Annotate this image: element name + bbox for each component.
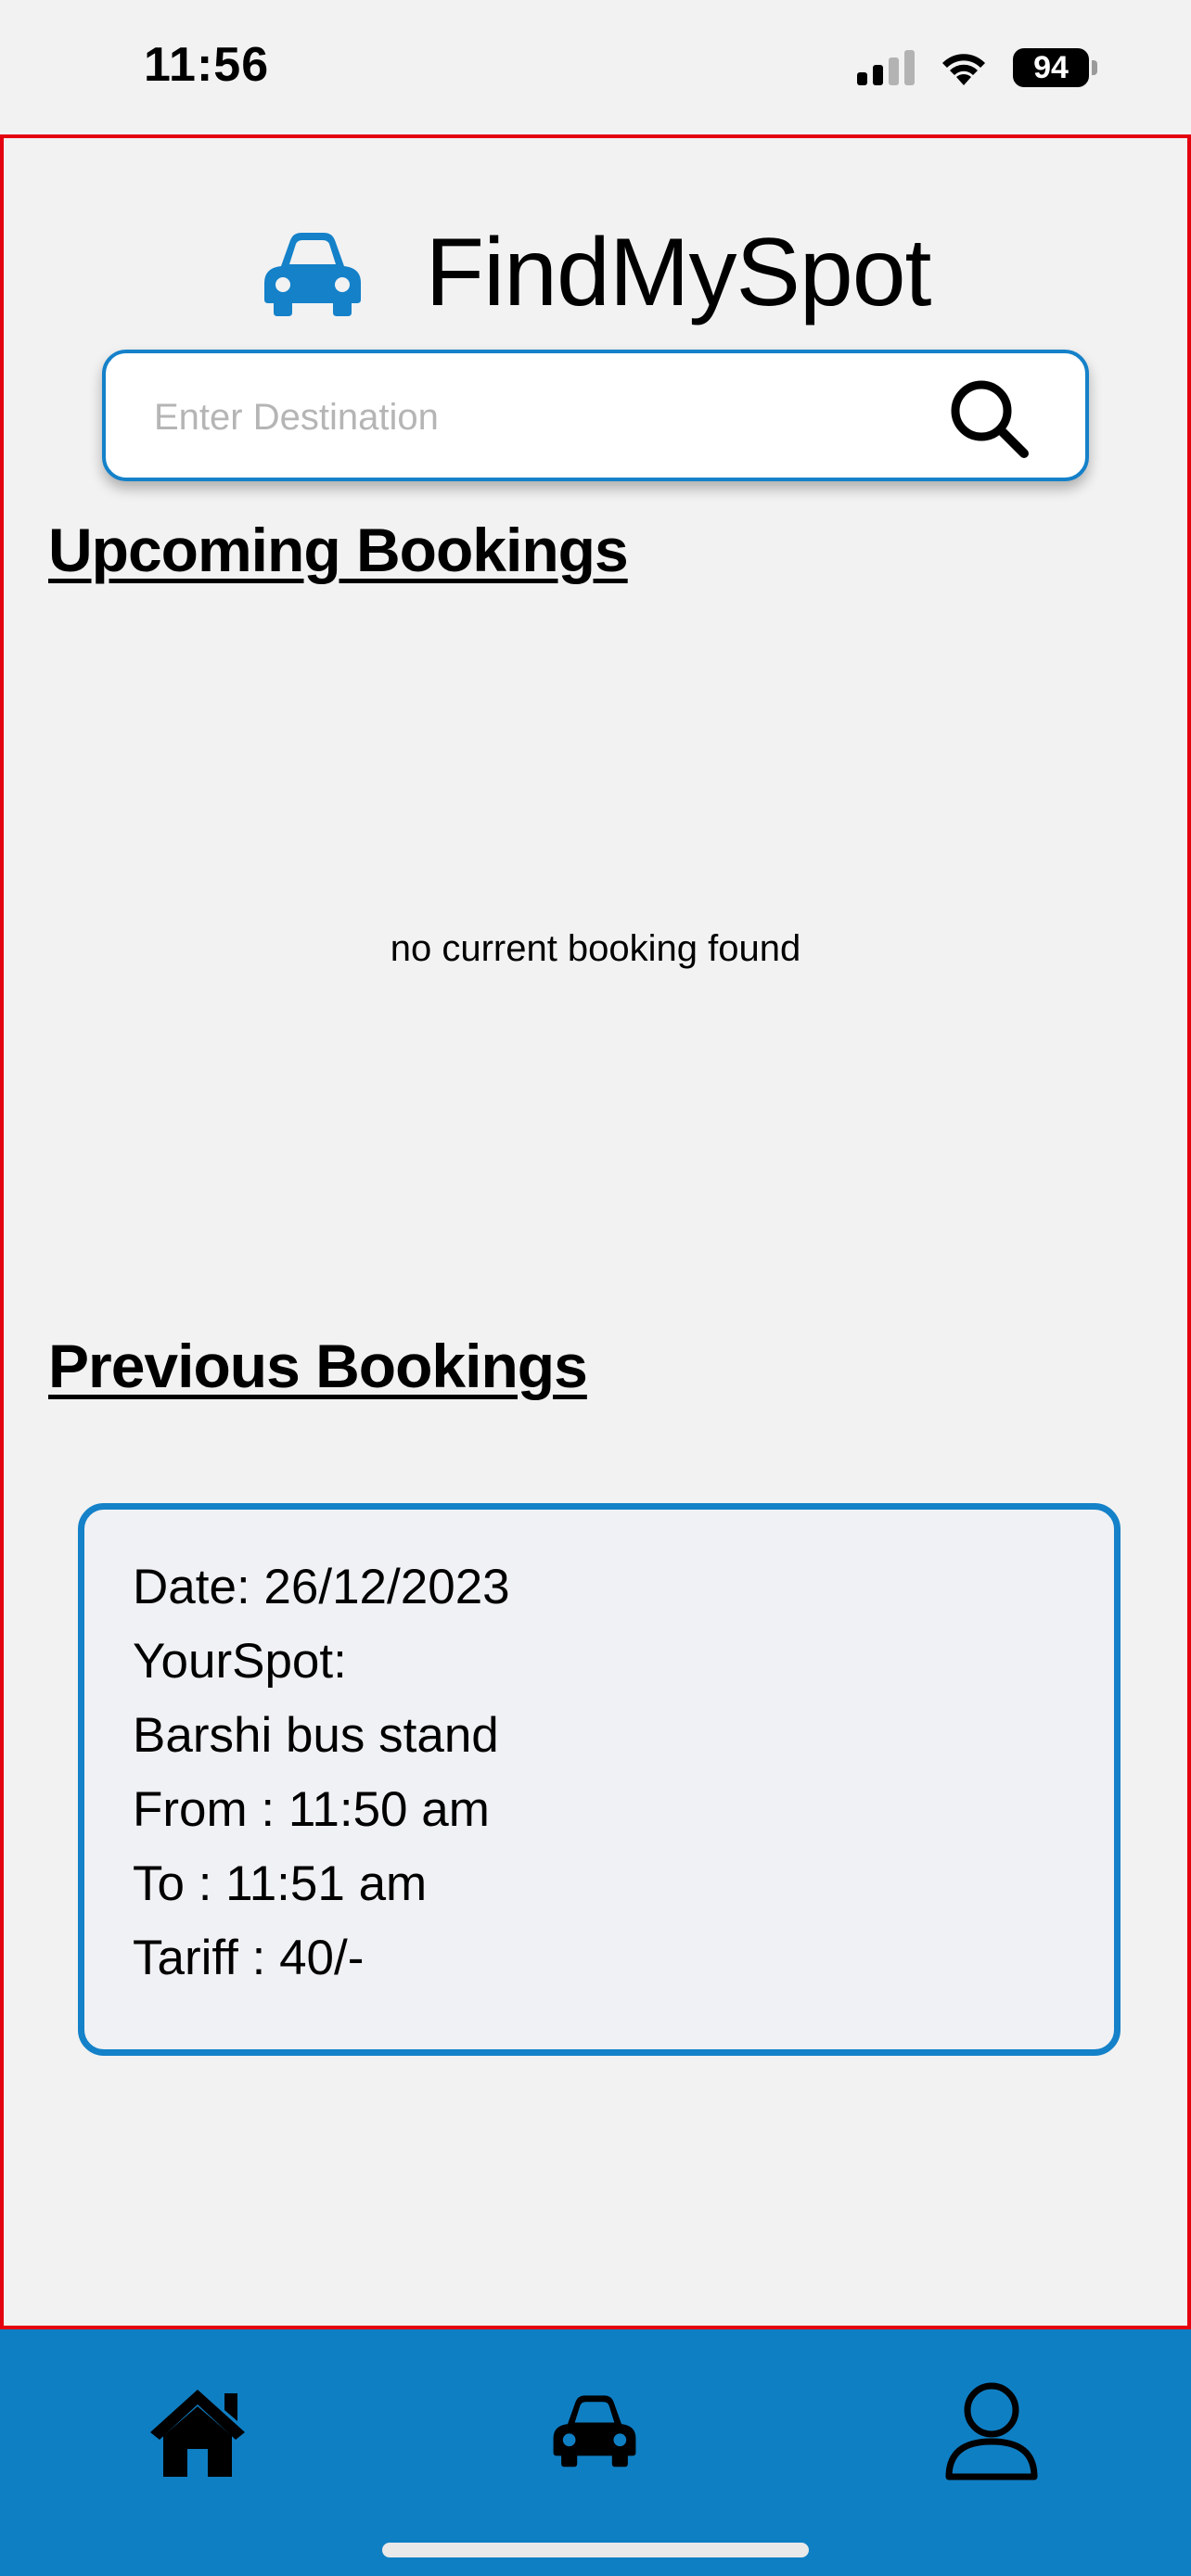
battery-level: 94: [1013, 48, 1089, 87]
status-time: 11:56: [144, 38, 270, 92]
app-header: FindMySpot: [4, 218, 1187, 328]
bottom-navigation: [0, 2329, 1191, 2576]
nav-bookings-button[interactable]: [534, 2370, 655, 2491]
main-content: FindMySpot Upcoming Bookings no current …: [0, 134, 1191, 2329]
booking-tariff: Tariff : 40/-: [133, 1931, 365, 1985]
booking-from-time: From : 11:50 am: [133, 1782, 490, 1837]
car-icon: [553, 2395, 636, 2468]
car-icon: [263, 232, 361, 316]
nav-profile-button[interactable]: [931, 2370, 1052, 2491]
nav-home-button[interactable]: [137, 2370, 258, 2491]
destination-search-input[interactable]: [152, 381, 972, 453]
booking-date: Date: 26/12/2023: [133, 1560, 510, 1614]
previous-bookings-heading: Previous Bookings: [48, 1332, 588, 1400]
booking-to-time: To : 11:51 am: [133, 1856, 428, 1911]
battery-indicator: 94: [1013, 48, 1097, 87]
home-indicator[interactable]: [382, 2543, 809, 2557]
home-icon: [150, 2390, 245, 2477]
wifi-icon: [942, 54, 985, 85]
cellular-signal-icon: [857, 50, 915, 85]
search-icon[interactable]: [946, 376, 1030, 459]
status-icons: 94: [855, 48, 1097, 87]
user-icon: [945, 2382, 1038, 2480]
status-bar: 11:56 94: [0, 0, 1191, 134]
battery-tip: [1092, 60, 1097, 75]
search-box[interactable]: [102, 350, 1089, 481]
upcoming-bookings-heading: Upcoming Bookings: [48, 516, 629, 584]
booking-spot-name: Barshi bus stand: [133, 1708, 499, 1763]
booking-spot-label: YourSpot:: [133, 1634, 347, 1689]
booking-card[interactable]: Date: 26/12/2023 YourSpot: Barshi bus st…: [78, 1503, 1121, 2056]
no-booking-message: no current booking found: [390, 928, 801, 969]
app-title: FindMySpot: [425, 219, 932, 326]
